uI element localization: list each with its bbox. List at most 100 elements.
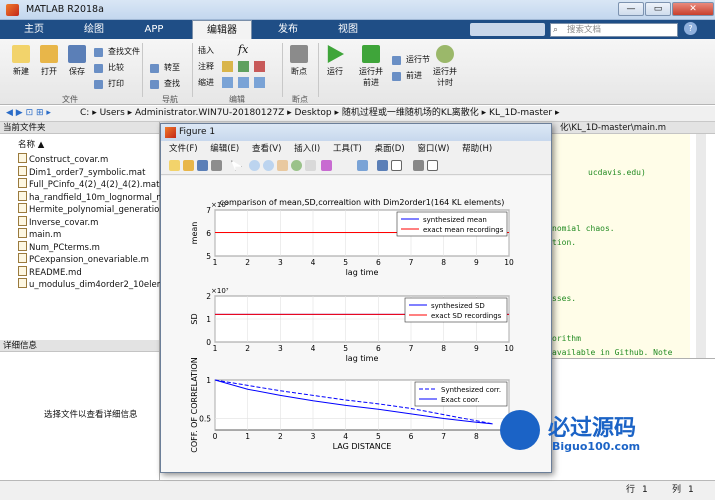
print-button[interactable]: 打印 — [94, 77, 124, 91]
menu-view[interactable]: 查看(V) — [252, 144, 281, 154]
editor-scrollbar[interactable] — [696, 134, 706, 358]
path-segment[interactable]: 随机过程或一维随机场的KL离散化 — [342, 108, 479, 118]
file-item[interactable]: Dim1_order7_symbolic.mat — [18, 165, 145, 178]
insert-colorbar-icon[interactable] — [377, 160, 388, 171]
indent-icon[interactable] — [238, 77, 249, 88]
path-segment[interactable]: C: — [80, 108, 89, 118]
details-hint: 选择文件以查看详细信息 — [44, 410, 138, 420]
x-tick-label: 9 — [474, 258, 479, 267]
goto-button[interactable]: 转至 — [150, 61, 180, 75]
rotate-icon[interactable] — [291, 160, 302, 171]
y-tick-label: 0 — [206, 338, 211, 347]
save-figure-icon[interactable] — [197, 160, 208, 171]
menu-tools[interactable]: 工具(T) — [333, 144, 362, 154]
code-line: tion. — [552, 238, 577, 247]
open-label: 打开 — [41, 67, 57, 76]
figure-window[interactable]: Figure 1 文件(F) 编辑(E) 查看(V) 插入(I) 工具(T) 桌… — [160, 123, 552, 473]
legend-entry: Exact coor. — [441, 396, 480, 404]
tab-apps[interactable]: APP — [124, 20, 184, 39]
current-folder-address-bar[interactable]: ◀ ▶ ⊡ ⊞ ▸ C: ▸ Users ▸ Administrator.WIN… — [0, 106, 715, 122]
wrap-comments-icon[interactable] — [254, 61, 265, 72]
file-item[interactable]: Construct_covar.m — [18, 153, 108, 165]
menu-window[interactable]: 窗口(W) — [417, 144, 449, 154]
window-title: MATLAB R2018a — [26, 4, 104, 15]
tab-editor[interactable]: 编辑器 — [192, 20, 252, 39]
close-button[interactable]: ✕ — [672, 2, 714, 16]
y-exponent-label: ×10⁷ — [211, 287, 229, 295]
unindent-icon[interactable] — [254, 77, 265, 88]
hide-plot-tools-icon[interactable] — [413, 160, 424, 171]
file-item[interactable]: Full_PCinfo_4(2)_4(2)_4(2).mat — [18, 178, 159, 190]
file-item[interactable]: Inverse_covar.m — [18, 215, 98, 228]
file-item[interactable]: Hermite_polynomial_generation. — [18, 203, 167, 215]
open-file-icon[interactable] — [183, 160, 194, 171]
edit-plot-icon[interactable] — [231, 160, 242, 171]
uncomment-icon[interactable] — [238, 61, 249, 72]
compare-button[interactable]: 比较 — [94, 61, 124, 75]
brush-icon[interactable] — [321, 160, 332, 171]
show-plot-tools-icon[interactable] — [427, 160, 438, 171]
tab-home[interactable]: 主页 — [4, 20, 64, 39]
run-section-button[interactable]: 运行节 — [392, 53, 430, 67]
file-item[interactable]: u_modulus_dim4order2_10eleme — [18, 278, 170, 290]
search-documentation-input[interactable]: 搜索文档 — [550, 23, 678, 37]
comment-icon[interactable] — [222, 61, 233, 72]
path-segment[interactable]: Users — [100, 108, 125, 118]
open-button[interactable]: 打开 — [36, 45, 62, 77]
menu-help[interactable]: 帮助(H) — [462, 144, 492, 154]
file-item[interactable]: Num_PCterms.m — [18, 240, 100, 253]
comment-button[interactable]: 注释 — [198, 61, 214, 72]
advance-button[interactable]: 前进 — [392, 69, 422, 83]
indent-button[interactable]: 缩进 — [198, 77, 214, 88]
menu-desktop[interactable]: 桌面(D) — [374, 144, 404, 154]
watermark-logo-icon — [500, 410, 540, 450]
file-icon — [18, 153, 27, 163]
zoom-out-icon[interactable] — [263, 160, 274, 171]
menu-file[interactable]: 文件(F) — [169, 144, 198, 154]
run-label: 运行 — [327, 67, 343, 76]
help-icon[interactable]: ? — [684, 22, 697, 35]
zoom-in-icon[interactable] — [249, 160, 260, 171]
menu-edit[interactable]: 编辑(E) — [210, 144, 239, 154]
smart-indent-icon[interactable] — [222, 77, 233, 88]
path-segment[interactable]: KL_1D-master — [489, 108, 552, 118]
path-segment[interactable]: Administrator.WIN7U-20180127Z — [135, 108, 284, 118]
back-forward-icons[interactable]: ◀ ▶ ⊡ ⊞ ▸ — [6, 106, 51, 121]
file-item[interactable]: PCexpansion_onevariable.m — [18, 253, 149, 265]
run-and-advance-button[interactable]: 运行并 前进 — [354, 45, 388, 88]
path-segment[interactable]: Desktop — [295, 108, 332, 118]
tab-publish[interactable]: 发布 — [258, 20, 318, 39]
new-figure-icon[interactable] — [169, 160, 180, 171]
file-item[interactable]: README.md — [18, 265, 82, 278]
legend-entry: exact mean recordings — [423, 226, 504, 234]
insert-function-button[interactable]: fx — [238, 43, 248, 56]
find-files-button[interactable]: 查找文件 — [94, 45, 140, 59]
tab-plots[interactable]: 绘图 — [64, 20, 124, 39]
x-tick-label: 4 — [343, 432, 348, 441]
y-axis-label: SD — [190, 313, 199, 324]
file-item[interactable]: ha_randfield_10m_lognormal_me — [18, 190, 170, 203]
insert-legend-icon[interactable] — [391, 160, 402, 171]
y-axis-label: mean — [190, 222, 199, 245]
menu-insert[interactable]: 插入(I) — [294, 144, 320, 154]
tab-view[interactable]: 视图 — [318, 20, 378, 39]
maximize-button[interactable]: ▭ — [645, 2, 671, 16]
quick-access-toolbar[interactable] — [470, 23, 545, 36]
minimize-button[interactable]: — — [618, 2, 644, 16]
save-button[interactable]: 保存 — [64, 45, 90, 77]
link-plot-icon[interactable] — [357, 160, 368, 171]
find-button[interactable]: 查找 — [150, 77, 180, 91]
print-figure-icon[interactable] — [211, 160, 222, 171]
file-icon — [18, 240, 27, 251]
file-item[interactable]: main.m — [18, 228, 61, 240]
pan-icon[interactable] — [277, 160, 288, 171]
run-and-time-button[interactable]: 运行并 计时 — [430, 45, 460, 88]
data-cursor-icon[interactable] — [305, 160, 316, 171]
new-button[interactable]: 新建 — [8, 45, 34, 77]
name-column-header[interactable]: 名称 ▲ — [18, 138, 44, 150]
legend-entry: synthesized SD — [431, 302, 485, 310]
insert-button[interactable]: 插入 — [198, 45, 214, 56]
figure-title: Figure 1 — [179, 127, 216, 137]
breakpoints-button[interactable]: 断点 — [286, 45, 312, 77]
run-button[interactable]: 运行 — [322, 45, 348, 77]
